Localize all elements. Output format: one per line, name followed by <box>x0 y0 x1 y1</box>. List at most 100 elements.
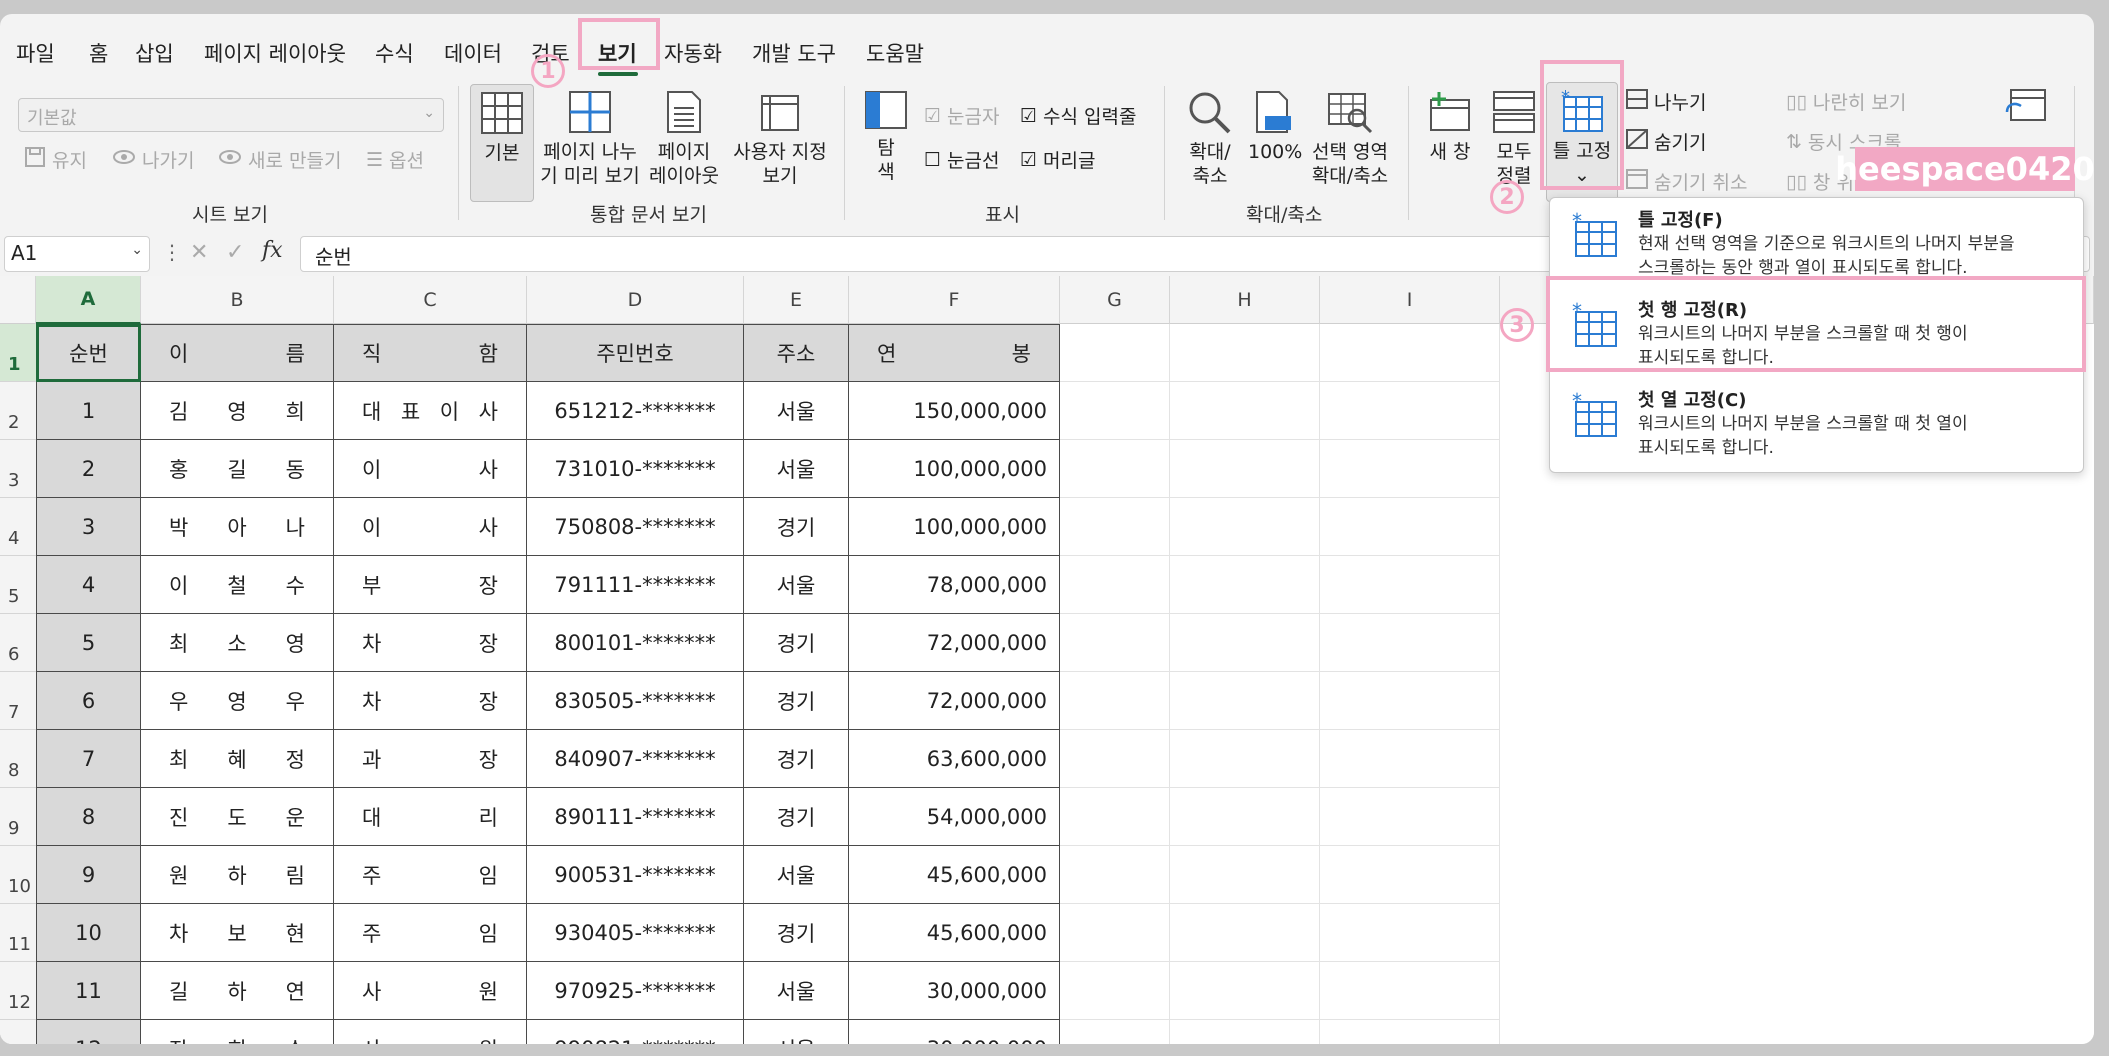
empty-cell[interactable] <box>1170 556 1320 614</box>
table-cell[interactable]: 차보현 <box>141 904 334 962</box>
table-cell[interactable]: 차장 <box>334 672 527 730</box>
empty-cell[interactable] <box>1320 498 1500 556</box>
table-cell[interactable]: 150,000,000 <box>849 382 1060 440</box>
new-view-button[interactable]: 새로 만들기 <box>218 146 341 173</box>
enter-icon[interactable]: ✓ <box>226 240 244 265</box>
empty-cell[interactable] <box>1060 904 1170 962</box>
table-cell[interactable]: 900531-******* <box>527 846 744 904</box>
zoom-button[interactable]: 확대/ 축소 <box>1178 84 1242 188</box>
empty-cell[interactable] <box>1320 556 1500 614</box>
freeze-first-column-option[interactable]: * 첫 열 고정(C) 워크시트의 나머지 부분을 스크롤할 때 첫 열이 표시… <box>1550 378 2083 458</box>
row-header[interactable]: 3 <box>0 440 36 498</box>
table-cell[interactable]: 경기 <box>744 788 849 846</box>
select-all-corner[interactable] <box>0 276 36 324</box>
table-cell[interactable]: 이사 <box>334 498 527 556</box>
table-cell[interactable]: 장희수 <box>141 1020 334 1044</box>
table-cell[interactable]: 10 <box>36 904 141 962</box>
table-cell[interactable]: 경기 <box>744 614 849 672</box>
menu-formulas[interactable]: 수식 <box>375 38 414 68</box>
table-cell[interactable]: 이사 <box>334 440 527 498</box>
table-cell[interactable]: 11 <box>36 962 141 1020</box>
table-cell[interactable]: 홍길동 <box>141 440 334 498</box>
arrange-all-button[interactable]: 모두 정렬 <box>1486 84 1542 188</box>
table-cell[interactable]: 사원 <box>334 962 527 1020</box>
row-header[interactable]: 8 <box>0 730 36 788</box>
column-header[interactable]: A <box>36 276 141 324</box>
zoom-100-button[interactable]: 100% <box>1248 84 1302 164</box>
empty-cell[interactable] <box>1320 846 1500 904</box>
row-header[interactable]: 13 <box>0 1020 36 1044</box>
empty-cell[interactable] <box>1320 788 1500 846</box>
menu-developer[interactable]: 개발 도구 <box>752 38 836 68</box>
row-header[interactable]: 7 <box>0 672 36 730</box>
table-cell[interactable]: 3 <box>36 498 141 556</box>
table-cell[interactable]: 길하연 <box>141 962 334 1020</box>
page-layout-view-button[interactable]: 페이지 레이아웃 <box>648 84 720 188</box>
table-cell[interactable]: 750808-******* <box>527 498 744 556</box>
table-cell[interactable]: 서울 <box>744 846 849 904</box>
table-header-cell[interactable]: 순번 <box>36 324 141 382</box>
table-cell[interactable]: 과장 <box>334 730 527 788</box>
empty-cell[interactable] <box>1060 440 1170 498</box>
column-header[interactable]: F <box>849 276 1060 324</box>
unhide-button[interactable]: 숨기기 취소 <box>1626 168 1747 195</box>
empty-cell[interactable] <box>1170 440 1320 498</box>
table-cell[interactable]: 100,000,000 <box>849 440 1060 498</box>
empty-cell[interactable] <box>1170 614 1320 672</box>
table-cell[interactable]: 차장 <box>334 614 527 672</box>
row-header[interactable]: 1 <box>0 324 36 382</box>
table-cell[interactable]: 사원 <box>334 1020 527 1044</box>
empty-cell[interactable] <box>1320 730 1500 788</box>
split-button[interactable]: 나누기 <box>1626 88 1706 115</box>
column-header[interactable]: B <box>141 276 334 324</box>
table-cell[interactable]: 30,000,000 <box>849 1020 1060 1044</box>
table-cell[interactable]: 78,000,000 <box>849 556 1060 614</box>
column-header[interactable]: G <box>1060 276 1170 324</box>
freeze-panes-option[interactable]: * 틀 고정(F) 현재 선택 영역을 기준으로 워크시트의 나머지 부분을 스… <box>1550 198 2083 278</box>
menu-automate[interactable]: 자동화 <box>664 38 722 68</box>
empty-cell[interactable] <box>1060 614 1170 672</box>
empty-cell[interactable] <box>1060 672 1170 730</box>
table-cell[interactable]: 경기 <box>744 498 849 556</box>
table-header-cell[interactable]: 주소 <box>744 324 849 382</box>
table-cell[interactable]: 2 <box>36 440 141 498</box>
table-cell[interactable]: 970925-******* <box>527 962 744 1020</box>
table-cell[interactable]: 1 <box>36 382 141 440</box>
table-cell[interactable]: 990821-******* <box>527 1020 744 1044</box>
empty-cell[interactable] <box>1320 614 1500 672</box>
empty-cell[interactable] <box>1060 788 1170 846</box>
table-cell[interactable]: 주임 <box>334 904 527 962</box>
table-cell[interactable]: 63,600,000 <box>849 730 1060 788</box>
hide-button[interactable]: 숨기기 <box>1626 128 1706 155</box>
table-cell[interactable]: 45,600,000 <box>849 904 1060 962</box>
table-cell[interactable]: 원하림 <box>141 846 334 904</box>
table-cell[interactable]: 대표이사 <box>334 382 527 440</box>
column-header[interactable]: D <box>527 276 744 324</box>
empty-cell[interactable] <box>1170 382 1320 440</box>
headings-checkbox[interactable]: ☑ 머리글 <box>1020 146 1096 173</box>
row-header[interactable]: 12 <box>0 962 36 1020</box>
menu-data[interactable]: 데이터 <box>444 38 502 68</box>
ruler-checkbox[interactable]: ☑ 눈금자 <box>924 102 1000 129</box>
table-header-cell[interactable]: 연봉 <box>849 324 1060 382</box>
empty-cell[interactable] <box>1170 730 1320 788</box>
empty-cell[interactable] <box>1170 672 1320 730</box>
table-cell[interactable]: 진도운 <box>141 788 334 846</box>
empty-cell[interactable] <box>1170 846 1320 904</box>
table-header-cell[interactable]: 주민번호 <box>527 324 744 382</box>
table-cell[interactable]: 이철수 <box>141 556 334 614</box>
row-header[interactable]: 2 <box>0 382 36 440</box>
name-box[interactable]: A1 ⌄ <box>4 236 150 272</box>
row-header[interactable]: 4 <box>0 498 36 556</box>
table-cell[interactable]: 651212-******* <box>527 382 744 440</box>
table-cell[interactable]: 72,000,000 <box>849 614 1060 672</box>
menu-home[interactable]: 홈 <box>89 38 108 68</box>
table-cell[interactable]: 800101-******* <box>527 614 744 672</box>
new-window-button[interactable]: 새 창 <box>1420 84 1480 164</box>
empty-cell[interactable] <box>1060 846 1170 904</box>
empty-cell[interactable] <box>1060 556 1170 614</box>
table-cell[interactable]: 주임 <box>334 846 527 904</box>
table-header-cell[interactable]: 이름 <box>141 324 334 382</box>
table-cell[interactable]: 890111-******* <box>527 788 744 846</box>
empty-cell[interactable] <box>1320 672 1500 730</box>
